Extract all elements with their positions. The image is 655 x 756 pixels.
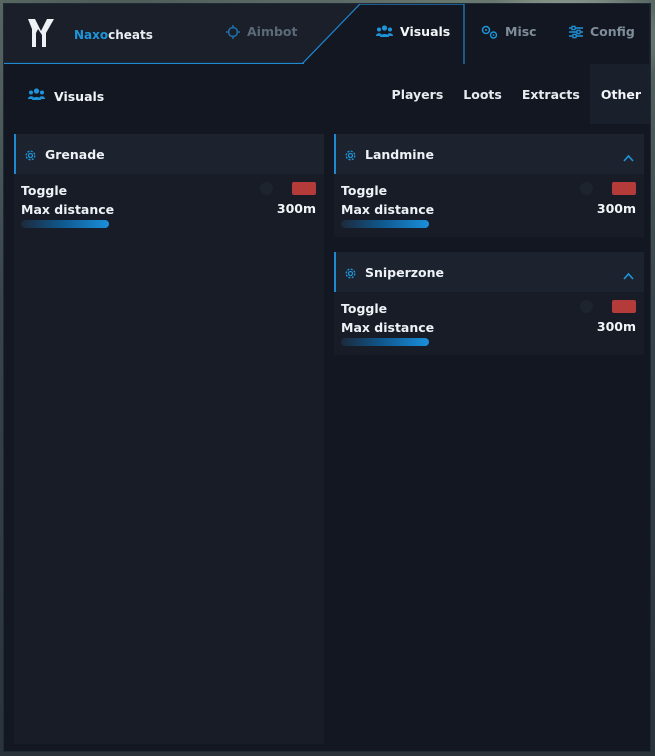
gear-icon: [24, 147, 37, 166]
toggle-switch[interactable]: [580, 300, 636, 314]
toggle-label: Toggle: [21, 183, 68, 198]
gear-icon: [344, 147, 357, 166]
toggle-label: Toggle: [341, 301, 388, 316]
panel-header: Landmine: [334, 134, 644, 174]
panel-header: Grenade: [14, 134, 324, 174]
brand-name-rest: cheats: [108, 28, 153, 42]
chevron-up-icon[interactable]: [623, 265, 634, 284]
tab-visuals[interactable]: Visuals: [376, 24, 450, 39]
max-distance-value: 300m: [276, 201, 316, 216]
max-distance-value: 300m: [596, 201, 636, 216]
toggle-color-swatch[interactable]: [612, 300, 636, 313]
toggle-color-swatch[interactable]: [612, 182, 636, 195]
panel-title: Landmine: [365, 147, 434, 162]
panel-body: Toggle Max distance 300m: [334, 174, 644, 237]
panel-sniperzone: Sniperzone Toggle Max distance 300m: [334, 252, 644, 355]
panel-body: Toggle Max distance 300m: [14, 174, 324, 237]
top-tab-bar: Naxocheats Aimbot Visuals Misc Config: [4, 4, 650, 64]
sliders-icon: [569, 25, 583, 39]
cogs-icon: [481, 25, 498, 39]
toggle-knob: [260, 182, 273, 195]
naxo-logo-icon: [26, 17, 56, 49]
brand-name-accent: Naxo: [74, 28, 109, 42]
panel-title: Sniperzone: [365, 265, 445, 280]
subnav-other[interactable]: Other: [589, 64, 650, 124]
toggle-knob: [580, 182, 593, 195]
section-header: Visuals Players Loots Extracts Other: [4, 64, 650, 124]
tab-visuals-label: Visuals: [400, 24, 451, 39]
panel-title: Grenade: [45, 147, 105, 162]
panel-header: Sniperzone: [334, 252, 644, 292]
max-distance-slider[interactable]: [21, 220, 109, 228]
toggle-switch[interactable]: [260, 182, 316, 196]
max-distance-slider[interactable]: [341, 220, 429, 228]
gear-icon: [344, 265, 357, 284]
tab-config-label: Config: [590, 24, 635, 39]
crosshair-icon: [226, 24, 240, 39]
section-subnav: Players Loots Extracts Other: [382, 64, 650, 124]
chevron-up-icon[interactable]: [623, 147, 634, 166]
max-distance-label: Max distance: [341, 320, 435, 335]
brand-name: Naxocheats: [74, 28, 153, 42]
panel-grenade: Grenade Toggle Max distance 300m: [14, 134, 324, 237]
tab-config[interactable]: Config: [569, 24, 635, 39]
toggle-knob: [580, 300, 593, 313]
users-icon: [376, 25, 393, 38]
cheat-menu-window: Naxocheats Aimbot Visuals Misc Config Vi…: [3, 3, 651, 752]
tab-aimbot[interactable]: Aimbot: [226, 24, 298, 39]
subnav-loots[interactable]: Loots: [453, 64, 512, 124]
section-title: Visuals: [28, 88, 104, 104]
tab-misc-label: Misc: [505, 24, 537, 39]
subnav-extracts[interactable]: Extracts: [512, 64, 590, 124]
users-icon: [28, 88, 45, 104]
max-distance-label: Max distance: [21, 202, 115, 217]
subnav-players[interactable]: Players: [382, 64, 454, 124]
max-distance-label: Max distance: [341, 202, 435, 217]
max-distance-slider[interactable]: [341, 338, 429, 346]
section-title-label: Visuals: [54, 88, 105, 104]
max-distance-value: 300m: [596, 319, 636, 334]
panel-body: Toggle Max distance 300m: [334, 292, 644, 355]
tab-misc[interactable]: Misc: [481, 24, 537, 39]
tab-aimbot-label: Aimbot: [247, 24, 298, 39]
toggle-color-swatch[interactable]: [292, 182, 316, 195]
panel-landmine: Landmine Toggle Max distance 300m: [334, 134, 644, 237]
toggle-switch[interactable]: [580, 182, 636, 196]
toggle-label: Toggle: [341, 183, 388, 198]
